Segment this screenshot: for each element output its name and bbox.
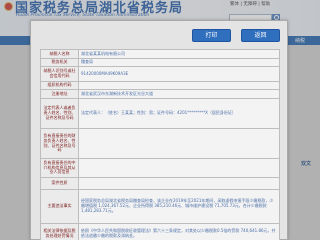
table-row: 税务机关 稽查局 [40, 58, 280, 67]
row-value: 湖北省武汉市东湖新技术开发区光谷大道 [78, 89, 280, 99]
row-value: 91420000MA49K09A3E [78, 66, 280, 82]
row-label: 组织机构代码 [40, 81, 79, 90]
table-row: 法定代表人或者负责人姓名、性别、证件名称及号码 法定代表人：（姓名）王某某；性别… [40, 98, 280, 129]
row-value [78, 81, 280, 90]
row-value [78, 177, 280, 190]
table-row: 注册地址 湖北省武汉市东湖新技术开发区光谷大道 [40, 89, 280, 99]
row-value [78, 158, 280, 178]
case-detail-table: 纳税人名称 湖北省某某机电有限公司 税务机关 稽查局 纳税人识别号或社会信用代码… [40, 49, 280, 240]
table-row: 负有直接责任的财务负责人姓名、性别、证件名称及号码 [40, 128, 280, 159]
row-value: 稽查局 [78, 58, 280, 67]
row-label: 主要违法事实 [40, 189, 79, 224]
table-row: 纳税人识别号或社会信用代码 91420000MA49K09A3E [40, 66, 280, 82]
row-label: 纳税人名称 [40, 49, 79, 59]
table-row: 案件性质 [40, 177, 280, 190]
table-row: 组织机构代码 [40, 81, 280, 90]
row-label: 负有直接责任的财务负责人姓名、性别、证件名称及号码 [40, 128, 79, 159]
row-label: 负有直接责任的中介机构信息及其从业人员信息 [40, 158, 79, 178]
row-value: 依照《中华人民共和国税收征收管理法》第六十三条规定，对其处以少缴税款0.5倍的罚… [78, 223, 280, 240]
row-label: 注册地址 [40, 89, 79, 99]
row-value: 湖北省某某机电有限公司 [78, 49, 280, 59]
table-row: 纳税人名称 湖北省某某机电有限公司 [40, 49, 280, 59]
row-value: 经国家税务总局湖北省税务局稽查局检查，该企业在2019年至2021年期间，采取虚… [78, 189, 280, 224]
row-label: 案件性质 [40, 177, 79, 190]
table-row: 相关法律依据及税务处理处罚情况 依照《中华人民共和国税收征收管理法》第六十三条规… [40, 223, 280, 240]
row-label: 纳税人识别号或社会信用代码 [40, 66, 79, 82]
table-row: 主要违法事实 经国家税务总局湖北省税务局稽查局检查，该企业在2019年至2021… [40, 189, 280, 224]
case-detail-dialog: 打印 返回 纳税人名称 湖北省某某机电有限公司 税务机关 稽查局 纳税人识别号或… [30, 20, 288, 240]
row-value [78, 128, 280, 159]
row-label: 相关法律依据及税务处理处罚情况 [40, 223, 79, 240]
row-label: 税务机关 [40, 58, 79, 67]
row-label: 法定代表人或者负责人姓名、性别、证件名称及号码 [40, 98, 79, 129]
row-value: 法定代表人：（姓名）王某某；性别：男；证件号码：4201*********X（居… [78, 98, 280, 129]
print-button[interactable]: 打印 [192, 29, 231, 42]
table-row: 负有直接责任的中介机构信息及其从业人员信息 [40, 158, 280, 178]
back-button[interactable]: 返回 [241, 29, 280, 42]
